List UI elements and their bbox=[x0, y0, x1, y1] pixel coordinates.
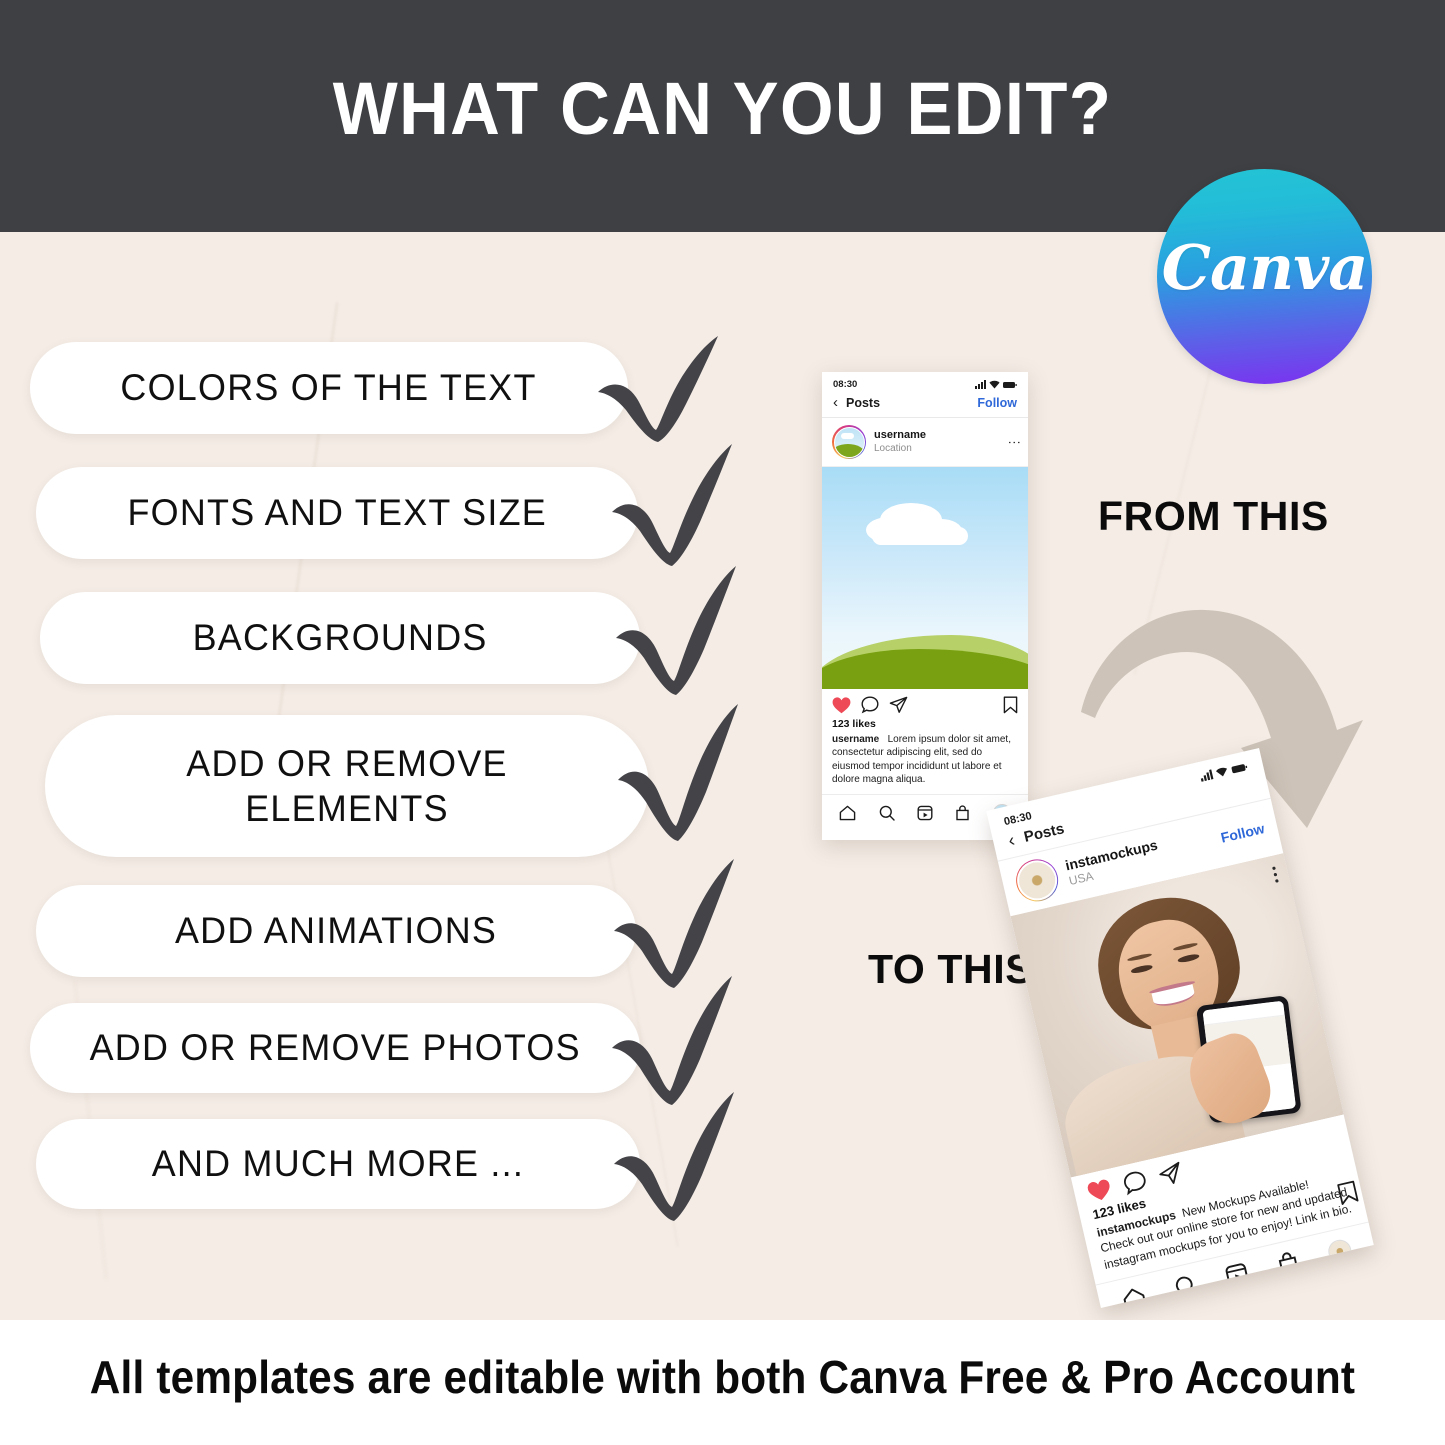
battery-icon bbox=[1231, 763, 1248, 773]
phone-status-bar: 08:30 bbox=[822, 372, 1028, 392]
search-icon[interactable] bbox=[1173, 1273, 1199, 1299]
cloud-icon bbox=[872, 527, 968, 545]
feature-pill[interactable]: ADD OR REMOVE PHOTOS bbox=[30, 1003, 640, 1093]
signal-icon bbox=[1200, 769, 1214, 782]
reels-icon[interactable] bbox=[917, 805, 933, 821]
profile-icon[interactable] bbox=[1325, 1237, 1354, 1266]
feature-label: ADD ANIMATIONS bbox=[174, 910, 498, 952]
avatar-hill-front bbox=[834, 444, 864, 457]
canva-wordmark: Canva bbox=[1161, 231, 1369, 304]
signal-icon bbox=[975, 380, 986, 389]
shop-icon[interactable] bbox=[955, 805, 970, 821]
post-photo-landscape bbox=[822, 467, 1028, 689]
to-this-label: TO THIS bbox=[868, 946, 1034, 992]
feature-pill[interactable]: ADD ANIMATIONS bbox=[36, 885, 636, 977]
nav-title: Posts bbox=[846, 395, 881, 410]
avatar-image bbox=[833, 426, 865, 458]
page-title: WHAT CAN YOU EDIT? bbox=[332, 67, 1113, 150]
from-this-label: FROM THIS bbox=[1098, 493, 1329, 539]
feature-label: FONTS AND TEXT SIZE bbox=[127, 492, 547, 534]
phone-mockup-from: 08:30 ‹ Posts Follow username Location ⋮… bbox=[822, 372, 1028, 840]
post-location: Location bbox=[874, 442, 912, 454]
likes-count: 123 likes bbox=[832, 718, 876, 730]
avatar[interactable] bbox=[832, 425, 866, 459]
feature-pill[interactable]: BACKGROUNDS bbox=[40, 592, 640, 684]
home-icon[interactable] bbox=[1121, 1285, 1148, 1308]
comment-icon[interactable] bbox=[1121, 1169, 1149, 1197]
nav-left-group: ‹ Posts bbox=[833, 395, 880, 410]
feature-label: ADD OR REMOVE ELEMENTS bbox=[186, 742, 508, 829]
back-arrow-icon[interactable]: ‹ bbox=[833, 395, 838, 410]
feature-label: AND MUCH MORE ... bbox=[151, 1143, 525, 1185]
feature-pill[interactable]: ADD OR REMOVE ELEMENTS bbox=[45, 715, 649, 857]
share-icon[interactable] bbox=[1156, 1160, 1185, 1188]
wifi-icon bbox=[1215, 767, 1228, 777]
search-icon[interactable] bbox=[879, 805, 895, 821]
follow-button[interactable]: Follow bbox=[977, 396, 1017, 410]
status-time: 08:30 bbox=[833, 379, 858, 390]
avatar[interactable] bbox=[1011, 855, 1063, 906]
feature-pill[interactable]: COLORS OF THE TEXT bbox=[30, 342, 628, 434]
caption-username: username bbox=[832, 734, 880, 745]
feature-label: COLORS OF THE TEXT bbox=[120, 367, 538, 409]
feature-label: ADD OR REMOVE PHOTOS bbox=[89, 1027, 581, 1069]
footer-text: All templates are editable with both Can… bbox=[89, 1351, 1356, 1403]
post-actions-row bbox=[822, 689, 1028, 716]
feature-pill[interactable]: FONTS AND TEXT SIZE bbox=[36, 467, 638, 559]
post-username: username bbox=[874, 428, 926, 441]
status-indicators bbox=[975, 380, 1017, 389]
avatar-cloud-icon bbox=[840, 432, 854, 439]
heart-icon[interactable] bbox=[832, 696, 851, 714]
post-user-row: username Location ⋮ bbox=[822, 418, 1028, 467]
battery-icon bbox=[1003, 381, 1017, 388]
post-user-names: username Location bbox=[874, 429, 1002, 455]
bookmark-icon[interactable] bbox=[1003, 696, 1018, 714]
reels-icon[interactable] bbox=[1224, 1262, 1250, 1288]
comment-icon[interactable] bbox=[861, 696, 879, 714]
back-arrow-icon[interactable]: ‹ bbox=[1006, 830, 1016, 851]
home-icon[interactable] bbox=[839, 805, 856, 821]
bookmark-icon[interactable] bbox=[1336, 1180, 1360, 1207]
follow-button[interactable]: Follow bbox=[1219, 820, 1266, 846]
wifi-icon bbox=[989, 380, 1000, 389]
more-options-icon[interactable]: ⋮ bbox=[1007, 436, 1022, 449]
feature-label: BACKGROUNDS bbox=[192, 617, 488, 659]
canva-logo-badge: Canva bbox=[1157, 169, 1372, 384]
phone-nav-bar: ‹ Posts Follow bbox=[822, 392, 1028, 418]
shop-icon[interactable] bbox=[1276, 1250, 1301, 1276]
share-icon[interactable] bbox=[889, 696, 908, 714]
post-user-names: instamockups USA bbox=[1064, 837, 1163, 889]
heart-icon[interactable] bbox=[1085, 1178, 1113, 1204]
poster-canvas: WHAT CAN YOU EDIT? Canva COLORS OF THE T… bbox=[0, 0, 1445, 1445]
feature-pill[interactable]: AND MUCH MORE ... bbox=[36, 1119, 640, 1209]
post-caption: username Lorem ipsum dolor sit amet, con… bbox=[822, 733, 1028, 794]
avatar-image-flower bbox=[1013, 856, 1062, 905]
footer-bar: All templates are editable with both Can… bbox=[0, 1320, 1445, 1445]
